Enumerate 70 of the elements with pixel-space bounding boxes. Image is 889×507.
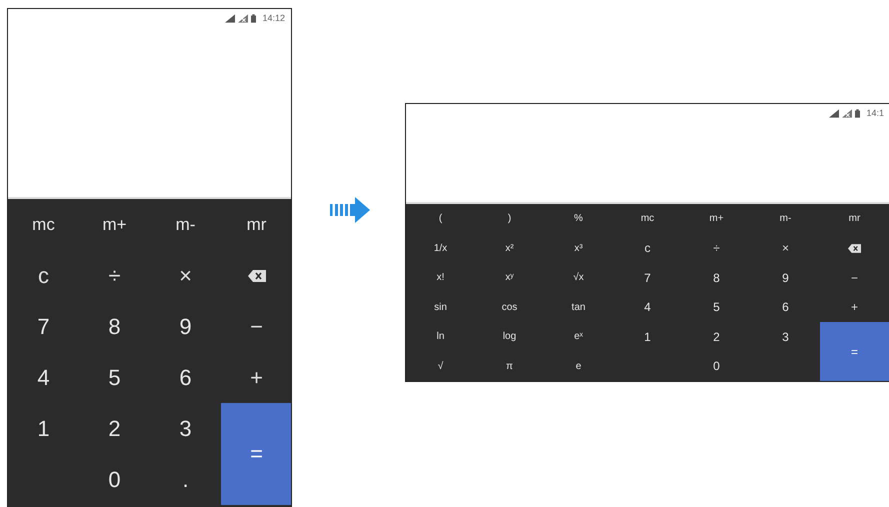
calculator-key[interactable]: ( xyxy=(406,204,475,234)
calculator-key[interactable]: 3 xyxy=(751,322,820,352)
signal-icon xyxy=(225,14,236,22)
calculator-key[interactable]: × xyxy=(751,234,820,263)
calculator-key[interactable]: π xyxy=(475,352,544,381)
calculator-key[interactable]: x! xyxy=(406,263,475,292)
calculator-key[interactable]: 8 xyxy=(79,301,150,352)
calculator-key[interactable]: 0 xyxy=(682,352,751,381)
equals-button[interactable]: = xyxy=(221,403,291,505)
calculator-key[interactable]: tan xyxy=(544,292,613,322)
calculator-key[interactable]: − xyxy=(820,263,889,292)
calculator-key[interactable]: x² xyxy=(475,234,544,263)
calculator-key[interactable]: c xyxy=(613,234,682,263)
calculator-key[interactable]: 4 xyxy=(8,352,79,403)
calculator-key[interactable]: c xyxy=(8,250,79,301)
calculator-key[interactable]: 3 xyxy=(150,403,221,454)
calculator-key[interactable]: mc xyxy=(613,204,682,234)
calculator-key[interactable]: ) xyxy=(475,204,544,234)
calculator-key[interactable]: ÷ xyxy=(682,234,751,263)
calculator-key[interactable]: 2 xyxy=(79,403,150,454)
calculator-key[interactable]: m+ xyxy=(682,204,751,234)
calculator-key[interactable]: cos xyxy=(475,292,544,322)
calculator-key[interactable]: e xyxy=(544,352,613,381)
status-time: 14:1 xyxy=(866,108,884,118)
backspace-icon xyxy=(848,244,861,253)
calculator-key[interactable]: m- xyxy=(751,204,820,234)
calculator-key[interactable]: . xyxy=(150,454,221,505)
calculator-key[interactable]: 1 xyxy=(613,322,682,352)
calculator-key[interactable]: + xyxy=(221,352,291,403)
calculator-key[interactable]: mr xyxy=(820,204,889,234)
calculator-key[interactable]: m+ xyxy=(79,199,150,250)
signal-icon xyxy=(829,108,840,118)
calculator-key[interactable]: 6 xyxy=(150,352,221,403)
calculator-key[interactable]: m- xyxy=(150,199,221,250)
calculator-key[interactable]: log xyxy=(475,322,544,352)
calculator-key[interactable]: + xyxy=(820,292,889,322)
calculator-key[interactable]: % xyxy=(544,204,613,234)
signal-icon xyxy=(842,108,852,118)
calculator-key[interactable]: x³ xyxy=(544,234,613,263)
calculator-key[interactable]: 6 xyxy=(751,292,820,322)
calculator-key[interactable]: − xyxy=(221,301,291,352)
backspace-icon xyxy=(248,270,266,282)
calculator-key[interactable]: × xyxy=(150,250,221,301)
calculator-key[interactable]: √x xyxy=(544,263,613,292)
calculator-key[interactable]: 7 xyxy=(613,263,682,292)
calculator-key[interactable]: 7 xyxy=(8,301,79,352)
calculator-key[interactable]: 1/x xyxy=(406,234,475,263)
battery-icon xyxy=(855,108,860,118)
calculator-key[interactable]: sin xyxy=(406,292,475,322)
equals-button[interactable]: = xyxy=(820,322,889,381)
calculator-key[interactable]: mr xyxy=(221,199,291,250)
signal-icon xyxy=(238,14,248,22)
right-arrow-icon xyxy=(330,197,370,223)
calculator-key[interactable]: ÷ xyxy=(79,250,150,301)
calculator-key[interactable]: ln xyxy=(406,322,475,352)
calculator-key[interactable]: √ xyxy=(406,352,475,381)
calculator-key[interactable]: 1 xyxy=(8,403,79,454)
calculator-key[interactable]: 9 xyxy=(150,301,221,352)
calculator-key[interactable]: 5 xyxy=(79,352,150,403)
calculator-key[interactable]: 9 xyxy=(751,263,820,292)
calculator-key[interactable]: mc xyxy=(8,199,79,250)
calculator-key[interactable]: 0 xyxy=(79,454,150,505)
calculator-key[interactable]: xʸ xyxy=(475,263,544,292)
status-time: 14:12 xyxy=(262,13,285,23)
battery-icon xyxy=(251,14,256,22)
calculator-key[interactable]: 2 xyxy=(682,322,751,352)
calculator-key[interactable]: 5 xyxy=(682,292,751,322)
calculator-key[interactable]: 8 xyxy=(682,263,751,292)
calculator-key[interactable]: eˣ xyxy=(544,322,613,352)
calculator-key[interactable]: 4 xyxy=(613,292,682,322)
